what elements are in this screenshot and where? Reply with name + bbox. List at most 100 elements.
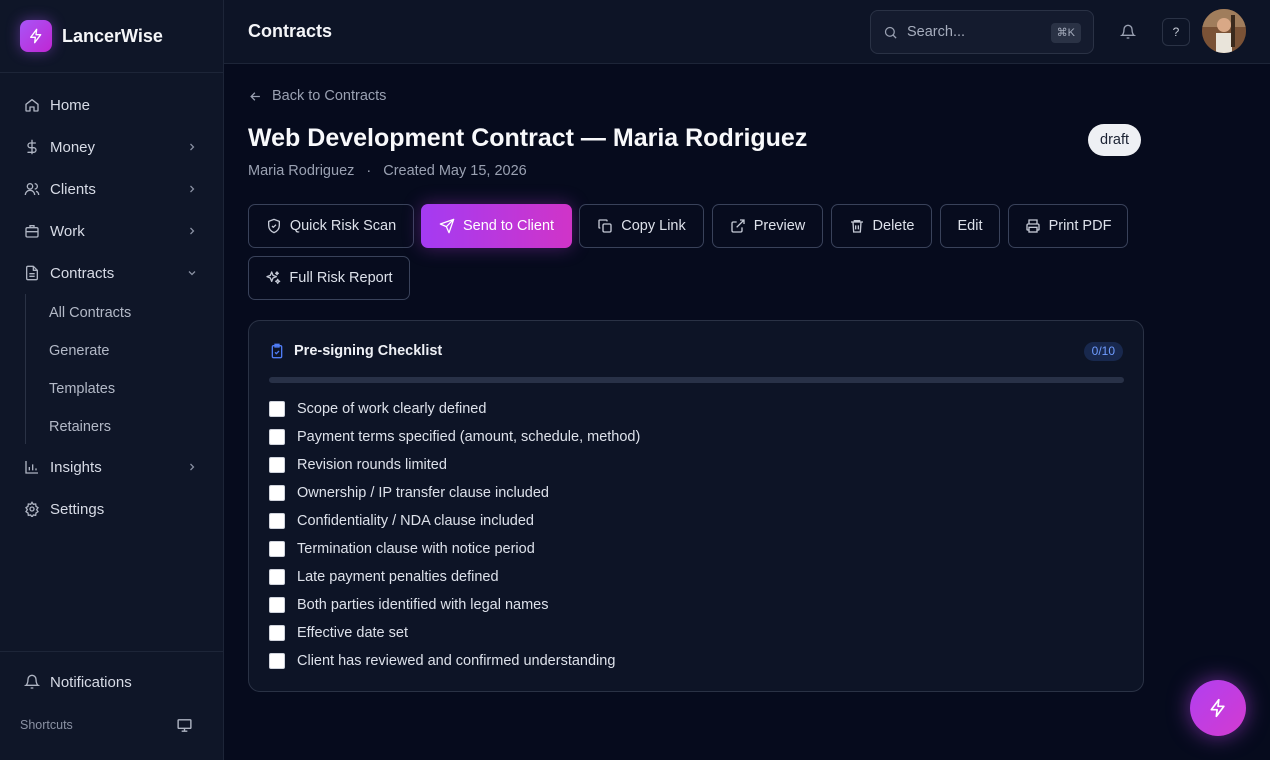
brand-name: LancerWise (62, 25, 163, 46)
sparkles-icon (266, 271, 281, 284)
checkbox[interactable] (269, 513, 285, 529)
checklist-title: Pre-signing Checklist (294, 343, 443, 359)
sidebar-item-settings[interactable]: Settings (12, 491, 212, 527)
printer-icon (1025, 219, 1040, 233)
checklist-count-badge: 0/10 (1083, 342, 1123, 361)
sidebar-item-insights[interactable]: Insights (12, 449, 212, 485)
top-header: Contracts Search... ⌘K ? (224, 0, 1270, 64)
checklist-item[interactable]: Client has reviewed and confirmed unders… (269, 653, 615, 669)
sidebar-item-contracts[interactable]: Contracts (12, 255, 212, 291)
edit-button[interactable]: Edit (940, 204, 1000, 248)
gear-icon (25, 501, 39, 517)
checklist-item-label: Both parties identified with legal names (297, 597, 549, 613)
checklist-item[interactable]: Scope of work clearly defined (269, 401, 486, 417)
full-risk-report-button[interactable]: Full Risk Report (248, 256, 410, 300)
checkbox[interactable] (269, 569, 285, 585)
sidebar-item-label: Money (50, 138, 96, 156)
quick-action-fab[interactable] (1190, 680, 1246, 736)
copy-link-button[interactable]: Copy Link (579, 204, 704, 248)
send-to-client-label: Send to Client (462, 218, 555, 234)
sidebar-subitem-generate[interactable]: Generate (49, 343, 109, 359)
checklist-item[interactable]: Both parties identified with legal names (269, 597, 548, 613)
page-section-title: Contracts (248, 21, 333, 41)
chevron-down-icon (188, 271, 196, 276)
created-date: Created May 15, 2026 (383, 163, 527, 179)
dollar-icon (27, 139, 37, 155)
sidebar-item-work[interactable]: Work (12, 213, 212, 249)
quick-risk-scan-button[interactable]: Quick Risk Scan (248, 204, 414, 248)
sidebar-item-label: Notifications (50, 673, 132, 691)
sidebar-item-money[interactable]: Money (12, 129, 212, 165)
monitor-icon[interactable] (176, 717, 193, 734)
bar-chart-icon (25, 461, 38, 474)
back-link-label: Back to Contracts (272, 88, 387, 104)
quick-risk-scan-label: Quick Risk Scan (289, 218, 397, 234)
sidebar-item-notifications[interactable]: Notifications (12, 664, 212, 700)
clipboard-check-icon (271, 343, 283, 359)
print-pdf-button[interactable]: Print PDF (1008, 204, 1128, 248)
sidebar: LancerWise Home Money Clients Work Contr… (0, 0, 224, 760)
checklist-item[interactable]: Termination clause with notice period (269, 541, 535, 557)
delete-button[interactable]: Delete (831, 204, 932, 248)
checklist-item-label: Revision rounds limited (297, 457, 447, 473)
search-icon (884, 26, 897, 39)
edit-label: Edit (957, 218, 983, 234)
pre-signing-checklist-card: Pre-signing Checklist 0/10 Scope of work… (248, 320, 1144, 692)
checkbox[interactable] (269, 597, 285, 613)
search-shortcut-badge: ⌘K (1050, 23, 1081, 43)
users-icon (24, 183, 40, 196)
briefcase-icon (25, 225, 39, 238)
checklist-item-label: Termination clause with notice period (297, 541, 535, 557)
sidebar-subitem-retainers[interactable]: Retainers (49, 419, 111, 435)
checklist-item[interactable]: Confidentiality / NDA clause included (269, 513, 534, 529)
sidebar-item-label: Settings (50, 500, 105, 518)
document-icon (26, 265, 38, 281)
chevron-right-icon (190, 185, 195, 193)
checkbox[interactable] (269, 653, 285, 669)
external-link-icon (731, 219, 745, 233)
checkbox[interactable] (269, 457, 285, 473)
preview-button[interactable]: Preview (712, 204, 823, 248)
checklist-item[interactable]: Ownership / IP transfer clause included (269, 485, 549, 501)
bell-icon (24, 674, 40, 689)
bolt-logo-icon (20, 20, 52, 52)
page-title: Web Development Contract — Maria Rodrigu… (248, 124, 808, 152)
sidebar-item-label: Home (50, 96, 91, 114)
checkbox[interactable] (269, 485, 285, 501)
checkbox[interactable] (269, 541, 285, 557)
delete-label: Delete (872, 218, 915, 234)
checklist-item-label: Payment terms specified (amount, schedul… (297, 429, 641, 445)
full-risk-report-label: Full Risk Report (289, 270, 393, 286)
search-placeholder: Search... (907, 24, 966, 40)
checkbox[interactable] (269, 429, 285, 445)
sidebar-item-label: Insights (50, 458, 102, 476)
avatar[interactable] (1202, 9, 1246, 53)
sidebar-item-clients[interactable]: Clients (12, 171, 212, 207)
sidebar-item-label: Clients (50, 180, 96, 198)
sidebar-subitem-templates[interactable]: Templates (49, 381, 115, 397)
bell-icon[interactable] (1120, 24, 1136, 40)
help-button[interactable]: ? (1162, 18, 1190, 46)
submenu-guide-line (25, 294, 26, 444)
print-pdf-label: Print PDF (1048, 218, 1112, 234)
sidebar-item-label: Contracts (50, 264, 115, 282)
search-input[interactable]: Search... ⌘K (870, 10, 1094, 54)
brand[interactable]: LancerWise (0, 0, 223, 73)
copy-icon (598, 219, 612, 233)
checklist-item[interactable]: Late payment penalties defined (269, 569, 499, 585)
sidebar-item-label: Work (50, 222, 85, 240)
checkbox[interactable] (269, 401, 285, 417)
send-to-client-button[interactable]: Send to Client (421, 204, 572, 248)
sidebar-item-home[interactable]: Home (12, 87, 212, 123)
trash-icon (850, 220, 863, 233)
checkbox[interactable] (269, 625, 285, 641)
checklist-item[interactable]: Payment terms specified (amount, schedul… (269, 429, 640, 445)
checklist-item-label: Client has reviewed and confirmed unders… (297, 653, 616, 669)
sidebar-subitem-all-contracts[interactable]: All Contracts (49, 305, 131, 321)
checklist-item[interactable]: Effective date set (269, 625, 408, 641)
preview-label: Preview (753, 218, 806, 234)
checklist-item[interactable]: Revision rounds limited (269, 457, 447, 473)
checklist-item-label: Late payment penalties defined (297, 569, 499, 585)
back-to-contracts-link[interactable]: Back to Contracts (248, 88, 386, 104)
shortcuts-label: Shortcuts (20, 718, 73, 732)
